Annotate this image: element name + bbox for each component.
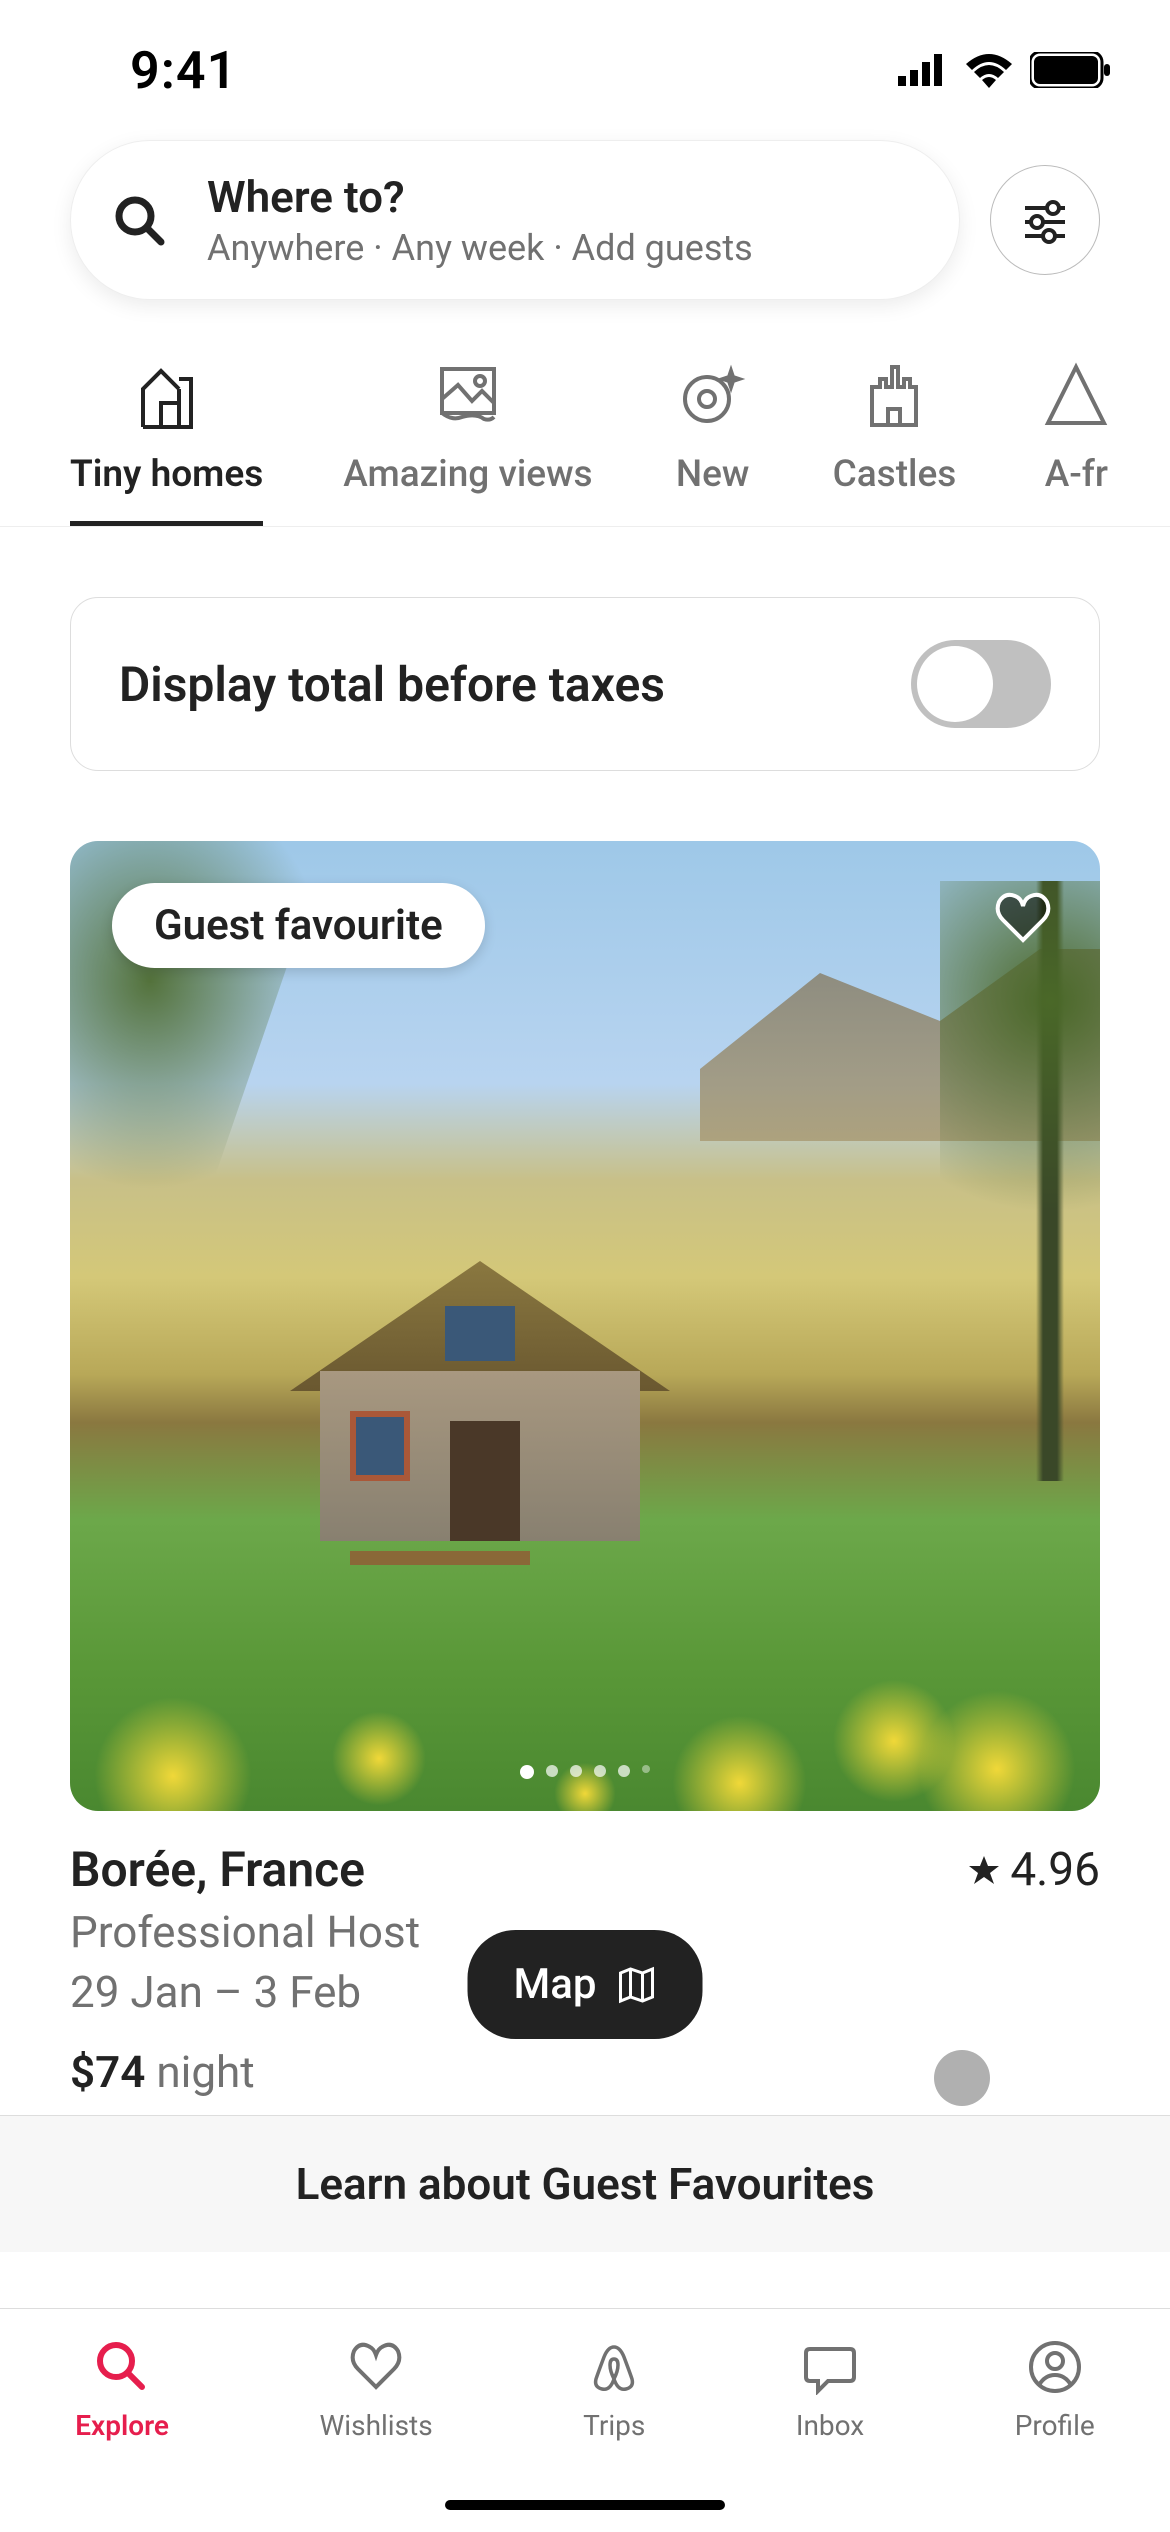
status-bar: 9:41 [0,0,1170,130]
amazing-views-icon [432,359,504,431]
category-label: Castles [833,453,957,496]
wishlist-heart-button[interactable] [988,883,1058,953]
tab-label: Inbox [796,2409,864,2442]
tab-label: Wishlists [319,2409,432,2442]
listing-rating: 4.96 [968,1843,1100,1897]
tab-trips[interactable]: Trips [583,2337,645,2442]
tab-wishlists[interactable]: Wishlists [319,2337,432,2442]
tax-toggle-label: Display total before taxes [119,656,665,713]
categories[interactable]: Tiny homes Amazing views New Castles A-f… [0,300,1170,527]
message-icon [802,2339,858,2395]
category-label: New [676,453,750,496]
heart-icon [348,2339,404,2395]
filter-button[interactable] [990,165,1100,275]
cellular-icon [898,54,948,86]
tax-toggle[interactable] [911,640,1051,728]
status-icons [898,52,1110,88]
price-amount: $74 [70,2046,145,2098]
search-subtitle: Anywhere · Any week · Add guests [207,227,753,269]
price-unit: night [156,2046,254,2098]
category-label: A-fr [1045,453,1108,496]
banner-text: Learn about Guest Favourites [296,2158,875,2210]
listing-image[interactable]: Guest favourite [70,841,1100,1811]
castle-icon [858,359,930,431]
tab-explore[interactable]: Explore [75,2337,169,2442]
search-icon [94,2339,150,2395]
map-icon [616,1965,656,2005]
search-text: Where to? Anywhere · Any week · Add gues… [207,171,753,269]
rating-value: 4.96 [1010,1843,1100,1897]
tab-label: Profile [1015,2409,1095,2442]
category-tiny-homes[interactable]: Tiny homes [70,355,263,526]
tab-label: Trips [583,2409,645,2442]
image-pagination-dots [520,1765,650,1779]
category-aframes[interactable]: A-fr [1036,355,1116,526]
tab-bar: Explore Wishlists Trips Inbox Profile [0,2308,1170,2532]
category-amazing-views[interactable]: Amazing views [343,355,592,526]
guest-favourite-badge: Guest favourite [112,883,485,968]
tab-profile[interactable]: Profile [1015,2337,1095,2442]
category-castles[interactable]: Castles [833,355,957,526]
aframe-icon [1040,359,1112,431]
profile-icon [1027,2339,1083,2395]
home-indicator[interactable] [445,2500,725,2510]
tab-inbox[interactable]: Inbox [796,2337,864,2442]
sliders-icon [1021,196,1069,244]
star-icon [968,1854,1000,1886]
search-title: Where to? [207,171,753,223]
category-label: Tiny homes [70,453,263,496]
search-pill[interactable]: Where to? Anywhere · Any week · Add gues… [70,140,960,300]
heart-icon [993,888,1053,948]
tiny-home-icon [131,359,203,431]
guest-favourites-banner[interactable]: Learn about Guest Favourites [0,2115,1170,2252]
category-label: Amazing views [343,453,592,496]
status-time: 9:41 [130,40,237,101]
tab-label: Explore [75,2409,169,2442]
listing-location: Borée, France [70,1841,365,1898]
map-button-label: Map [514,1960,597,2009]
map-button[interactable]: Map [468,1930,703,2039]
battery-icon [1030,52,1110,88]
tax-toggle-card: Display total before taxes [70,597,1100,771]
airbnb-icon [586,2339,642,2395]
search-icon [111,192,167,248]
category-new[interactable]: New [673,355,753,526]
search-row: Where to? Anywhere · Any week · Add gues… [0,140,1170,300]
scroll-indicator [934,2050,990,2106]
wifi-icon [964,52,1014,88]
new-icon [677,359,749,431]
